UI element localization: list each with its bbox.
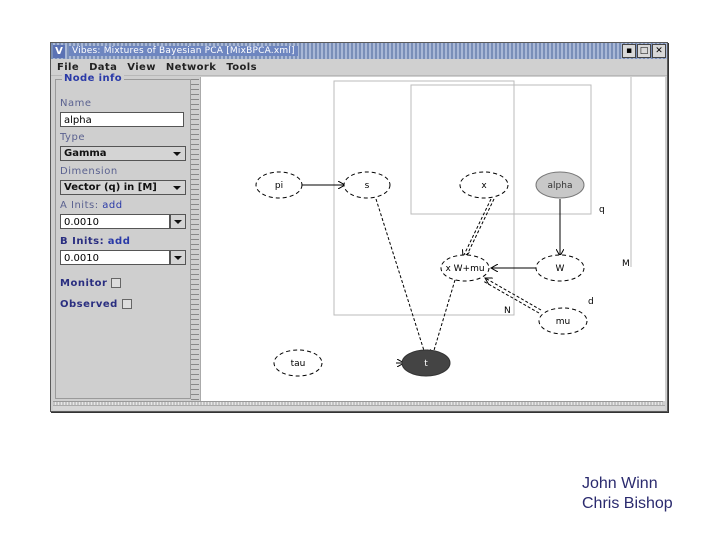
b-inits-dropdown-button[interactable] bbox=[170, 250, 186, 265]
node-xwmu[interactable]: x W+mu bbox=[440, 254, 490, 282]
node-w[interactable]: W bbox=[535, 254, 585, 282]
app-window: V Vibes: Mixtures of Bayesian PCA [MixBP… bbox=[50, 42, 668, 412]
b-inits-label: B Inits: add bbox=[60, 236, 130, 247]
graph-svg: N q M d pi s x alpha x W+mu W mu tau t bbox=[255, 77, 632, 377]
menu-file[interactable]: File bbox=[57, 62, 79, 73]
monitor-checkbox[interactable] bbox=[111, 278, 122, 288]
dimension-label: Dimension bbox=[60, 166, 118, 177]
author-credits: John Winn Chris Bishop bbox=[582, 474, 673, 514]
chevron-down-icon bbox=[174, 220, 182, 224]
edge-x-xwmu bbox=[463, 198, 492, 257]
close-button[interactable]: ✕ bbox=[652, 44, 666, 58]
minimize-button[interactable]: ▪ bbox=[622, 44, 636, 58]
observed-row: Observed bbox=[60, 299, 132, 310]
a-inits-add-link[interactable]: add bbox=[102, 200, 122, 211]
monitor-row: Monitor bbox=[60, 278, 122, 289]
observed-checkbox[interactable] bbox=[121, 299, 132, 309]
menu-network[interactable]: Network bbox=[166, 62, 216, 73]
node-info-legend: Node info bbox=[62, 73, 125, 84]
name-input[interactable]: alpha bbox=[60, 112, 184, 127]
monitor-label: Monitor bbox=[60, 278, 108, 289]
node-xwmu-label: x W+mu bbox=[445, 264, 484, 274]
node-tau-label: tau bbox=[291, 359, 306, 369]
status-bar bbox=[53, 405, 665, 410]
chevron-down-icon bbox=[173, 186, 181, 190]
plate-n[interactable] bbox=[333, 80, 515, 316]
chevron-down-icon bbox=[174, 256, 182, 260]
edge-xwmu-t bbox=[432, 279, 456, 357]
node-x[interactable]: x bbox=[459, 171, 509, 199]
plate-m-label: M bbox=[622, 259, 630, 269]
type-label: Type bbox=[60, 132, 85, 143]
node-alpha[interactable]: alpha bbox=[535, 171, 585, 199]
plate-n-label: N bbox=[504, 306, 511, 316]
b-inits-label-text: B Inits: bbox=[60, 236, 105, 247]
observed-label: Observed bbox=[60, 299, 118, 310]
plate-d-label: d bbox=[588, 297, 594, 307]
plate-q-label: q bbox=[599, 205, 605, 215]
node-pi-label: pi bbox=[275, 181, 283, 191]
close-icon: ✕ bbox=[655, 46, 663, 56]
type-select[interactable]: Gamma bbox=[60, 146, 186, 161]
maximize-button[interactable]: □ bbox=[637, 44, 651, 58]
node-pi[interactable]: pi bbox=[255, 171, 303, 199]
dimension-select-value: Vector (q) in [M] bbox=[64, 182, 157, 193]
window-title: Vibes: Mixtures of Bayesian PCA [MixBPCA… bbox=[69, 46, 298, 56]
node-s[interactable]: s bbox=[343, 171, 391, 199]
maximize-icon: □ bbox=[639, 46, 649, 56]
chevron-down-icon bbox=[173, 152, 181, 156]
edge-mu-xwmu bbox=[485, 278, 542, 311]
dimension-select[interactable]: Vector (q) in [M] bbox=[60, 180, 186, 195]
menu-data[interactable]: Data bbox=[89, 62, 117, 73]
a-inits-input[interactable]: 0.0010 bbox=[60, 214, 170, 229]
node-alpha-label: alpha bbox=[548, 181, 573, 191]
panel-splitter[interactable] bbox=[191, 77, 199, 401]
a-inits-label: A Inits: add bbox=[60, 200, 123, 211]
node-x-label: x bbox=[481, 181, 487, 191]
edge-x-xwmu-2 bbox=[465, 198, 495, 258]
a-inits-dropdown-button[interactable] bbox=[170, 214, 186, 229]
b-inits-add-link[interactable]: add bbox=[108, 236, 131, 247]
menu-bar: File Data View Network Tools bbox=[51, 59, 667, 76]
edge-s-t bbox=[375, 198, 426, 357]
menu-view[interactable]: View bbox=[127, 62, 156, 73]
b-inits-input[interactable]: 0.0010 bbox=[60, 250, 170, 265]
node-mu-label: mu bbox=[556, 317, 570, 327]
a-inits-label-text: A Inits: bbox=[60, 200, 99, 211]
node-t[interactable]: t bbox=[401, 349, 451, 377]
node-s-label: s bbox=[365, 181, 370, 191]
name-label: Name bbox=[60, 98, 92, 109]
minimize-icon: ▪ bbox=[625, 46, 633, 56]
type-select-value: Gamma bbox=[64, 148, 107, 159]
network-canvas[interactable]: N q M d pi s x alpha x W+mu W mu tau t bbox=[200, 77, 665, 401]
node-tau[interactable]: tau bbox=[273, 349, 323, 377]
title-bar[interactable]: V Vibes: Mixtures of Bayesian PCA [MixBP… bbox=[51, 43, 667, 59]
author-name-2: Chris Bishop bbox=[582, 495, 673, 512]
app-logo-icon: V bbox=[53, 44, 65, 58]
node-t-label: t bbox=[424, 359, 428, 369]
node-mu[interactable]: mu bbox=[538, 307, 588, 335]
menu-tools[interactable]: Tools bbox=[226, 62, 257, 73]
node-w-label: W bbox=[556, 264, 565, 274]
author-name-1: John Winn bbox=[582, 475, 658, 492]
node-info-panel: Node info Name alpha Type Gamma Dimensio… bbox=[55, 73, 191, 399]
edge-mu-xwmu-2 bbox=[482, 280, 540, 314]
